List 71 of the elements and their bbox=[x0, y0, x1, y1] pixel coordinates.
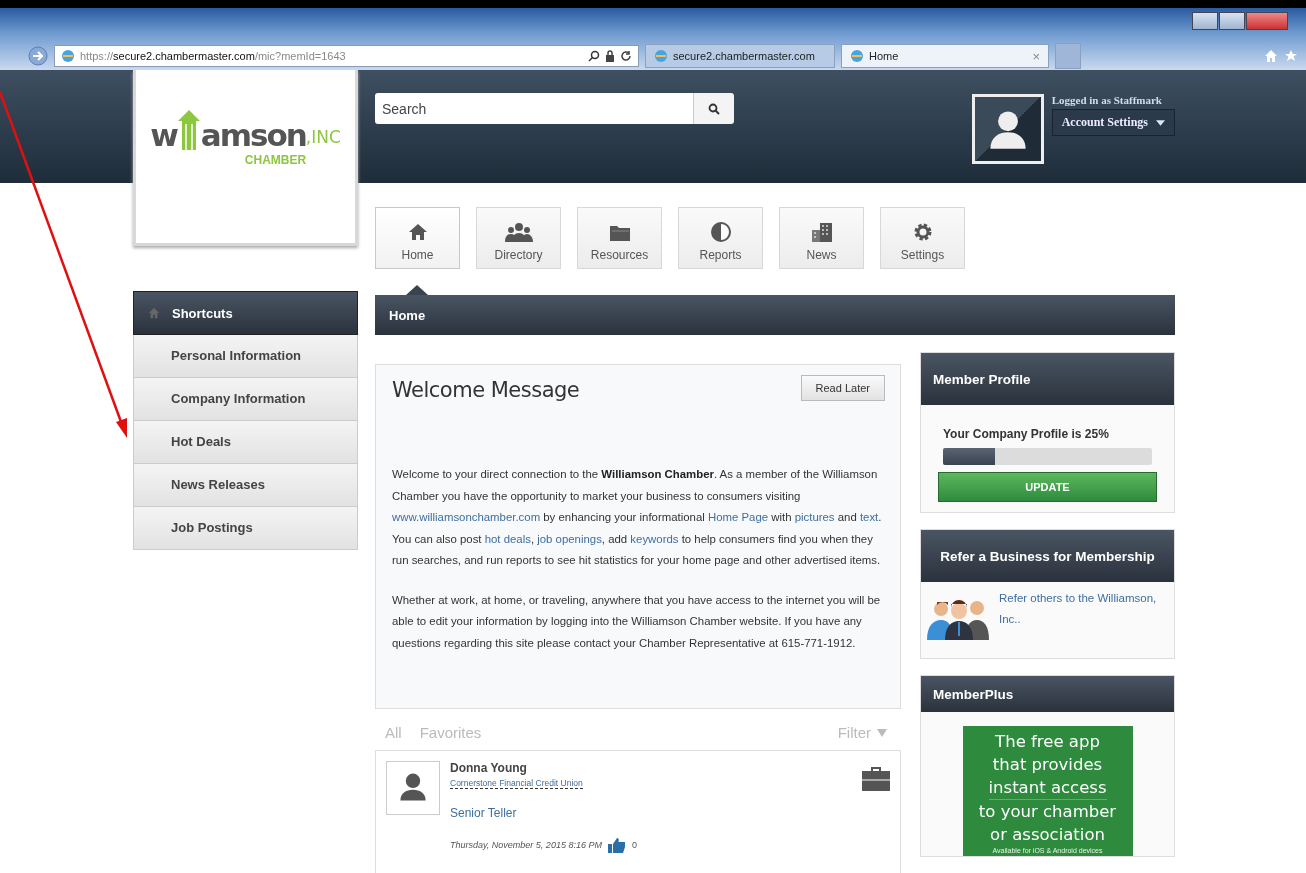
text-link[interactable]: www.williamsonchamber.com bbox=[392, 511, 541, 523]
post-date: Thursday, November 5, 2015 8:16 PM bbox=[450, 840, 602, 850]
search-icon[interactable] bbox=[588, 50, 600, 62]
nav-tab[interactable]: Settings bbox=[880, 207, 965, 269]
text-link[interactable]: keywords bbox=[630, 532, 679, 545]
text-link[interactable]: Home Page bbox=[707, 511, 769, 523]
job-title-link[interactable]: Senior Teller bbox=[450, 806, 517, 820]
logo[interactable]: w amson,INC CHAMBER bbox=[133, 70, 358, 246]
browser-tab[interactable]: Home × bbox=[841, 44, 1049, 68]
author-name: Donna Young bbox=[450, 761, 527, 775]
sidebar-item[interactable]: Company Information bbox=[133, 378, 358, 421]
window-controls[interactable] bbox=[1192, 12, 1288, 30]
url-text: https://secure2.chambermaster.com/mic?memId=1643 bbox=[80, 50, 346, 62]
account-settings-button[interactable]: Account Settings bbox=[1051, 109, 1175, 136]
address-bar[interactable]: https://secure2.chambermaster.com/mic?memId=1643 bbox=[54, 45, 639, 67]
welcome-paragraph: Whether at work, at home, or traveling, anywhere that you have access to the internet you will be able to edit your information by logging into the Williamson Chamber website. If you have any questions regarding this site please contact your Chamber Representative at 615-771-1912. bbox=[392, 592, 882, 651]
card-title: Member Profile bbox=[933, 371, 1031, 387]
close-tab-button[interactable]: × bbox=[1032, 48, 1040, 64]
folder-icon bbox=[608, 224, 631, 242]
logged-in-text: Logged in as Staffmark bbox=[1051, 94, 1163, 106]
home-icon bbox=[407, 222, 428, 242]
page-globe-icon bbox=[654, 49, 668, 63]
search-icon bbox=[708, 102, 720, 115]
promo-text-line: The free app bbox=[995, 731, 1100, 753]
promo-text-line: to your chamber bbox=[978, 801, 1117, 823]
gear-icon bbox=[912, 222, 933, 242]
like-count: 0 bbox=[631, 840, 637, 850]
refresh-icon[interactable] bbox=[620, 50, 632, 62]
welcome-paragraph: Welcome to your direct connection to the Williamson Chamber. As a member of the Williamson Chamber you have the opportunity to market your business to consumers visiting www.williamsonchamber.com by enhancing your informational Home Page with pictures and text. You can also post hot deals, job openings, add keywords to help consumers find you when they run searches, and run reports to see hit statistics for your home page and other advertised items. bbox=[392, 467, 883, 568]
promo-text-line: or association bbox=[990, 824, 1105, 846]
pointer-icon bbox=[406, 285, 428, 295]
people-icon bbox=[504, 222, 533, 242]
sidebar-item[interactable]: Hot Deals bbox=[133, 421, 358, 464]
forward-button-icon[interactable] bbox=[28, 46, 48, 66]
building-icon bbox=[810, 222, 833, 242]
promo-text-line: that provides bbox=[992, 754, 1103, 776]
nav-tab[interactable]: Directory bbox=[476, 207, 561, 269]
card-title: Refer a Business for Membership bbox=[940, 548, 1155, 564]
arrows-logo-icon bbox=[177, 110, 200, 150]
sidebar-item[interactable]: Job Postings bbox=[133, 507, 358, 550]
text-link[interactable]: job openings bbox=[537, 532, 602, 545]
lock-icon[interactable] bbox=[605, 50, 615, 62]
shortcuts-title: Shortcuts bbox=[172, 305, 233, 321]
home-icon bbox=[148, 307, 160, 319]
search-field[interactable]: Search bbox=[375, 93, 693, 124]
search-button[interactable] bbox=[693, 93, 734, 124]
caret-icon bbox=[1156, 119, 1165, 126]
read-later-button[interactable]: Read Later bbox=[800, 375, 885, 401]
nav-tab[interactable]: Resources bbox=[577, 207, 662, 269]
nav-tab[interactable]: Reports bbox=[678, 207, 763, 269]
star-icon[interactable] bbox=[1284, 49, 1298, 63]
page-globe-icon bbox=[61, 49, 75, 63]
breadcrumb-text: Home bbox=[389, 307, 426, 323]
caret-icon bbox=[877, 728, 887, 737]
text-link[interactable]: pictures bbox=[794, 511, 835, 523]
sidebar-item[interactable]: Personal Information bbox=[133, 335, 358, 378]
sidebar-item[interactable]: News Releases bbox=[133, 464, 358, 507]
nav-tab[interactable]: News bbox=[779, 207, 864, 269]
half-circle-icon bbox=[710, 222, 731, 242]
browser-tab[interactable]: secure2.chambermaster.com bbox=[645, 44, 835, 68]
page-globe-icon bbox=[850, 49, 864, 63]
welcome-title: Welcome Message bbox=[392, 378, 580, 402]
company-link[interactable]: Cornerstone Financial Credit Union bbox=[450, 778, 583, 789]
refer-link[interactable]: Refer others to the Williamson, Inc.. bbox=[999, 588, 1168, 630]
profile-completion-text: Your Company Profile is 25% bbox=[942, 427, 1110, 441]
briefcase-icon bbox=[862, 767, 890, 791]
nav-tab[interactable]: Home bbox=[375, 207, 460, 269]
promo-text-line: instant access bbox=[988, 776, 1107, 800]
card-title: MemberPlus bbox=[933, 686, 1014, 702]
text-link[interactable]: hot deals bbox=[484, 532, 531, 545]
thumbs-up-icon[interactable] bbox=[607, 837, 626, 853]
